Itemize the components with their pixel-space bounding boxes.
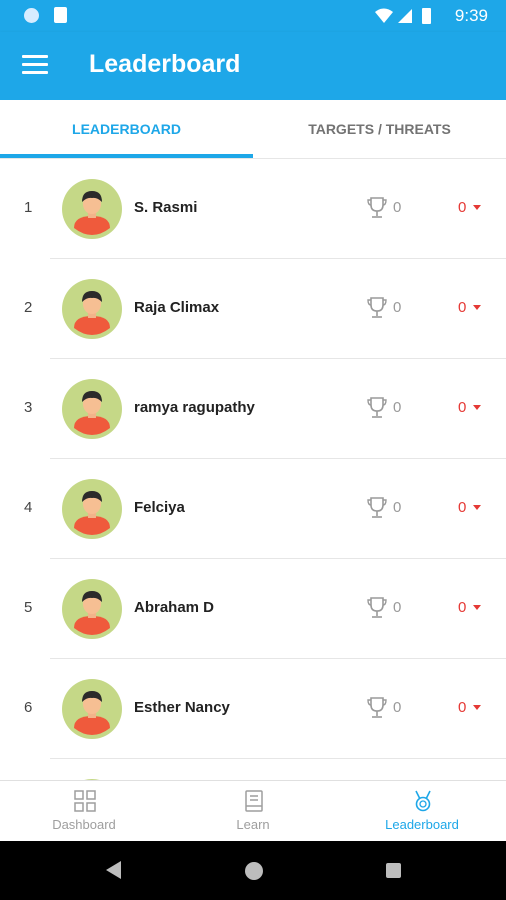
leaderboard-row-partial[interactable] — [0, 759, 506, 780]
nav-learn-label: Learn — [236, 817, 270, 832]
notification-dot-icon — [24, 8, 39, 23]
caret-down-icon — [473, 605, 481, 610]
sd-card-icon — [54, 7, 67, 23]
trophy-icon — [366, 496, 388, 520]
avatar — [62, 379, 122, 439]
home-icon[interactable] — [245, 862, 263, 880]
user-name: S. Rasmi — [134, 199, 198, 216]
book-icon — [245, 790, 263, 812]
rank-number: 2 — [24, 299, 33, 316]
recents-icon[interactable] — [386, 863, 401, 878]
leaderboard-row[interactable]: 2 Raja Climax 0 0 — [0, 259, 506, 359]
tab-targets-threats[interactable]: TARGETS / THREATS — [253, 100, 506, 158]
rank-number: 4 — [24, 499, 33, 516]
trophy-count: 0 — [393, 199, 402, 216]
app-bar: Leaderboard — [0, 32, 506, 100]
trophy-icon — [366, 296, 388, 320]
score-change: 0 — [458, 599, 467, 616]
score-change: 0 — [458, 499, 467, 516]
user-name: Raja Climax — [134, 299, 220, 316]
medal-icon — [415, 790, 431, 812]
avatar — [62, 679, 122, 739]
avatar — [62, 279, 122, 339]
trophy-icon — [366, 396, 388, 420]
trophy-icon — [366, 196, 388, 220]
avatar — [62, 579, 122, 639]
caret-down-icon — [473, 705, 481, 710]
trophy-count: 0 — [393, 299, 402, 316]
nav-leaderboard-label: Leaderboard — [385, 817, 459, 832]
back-icon[interactable] — [106, 861, 121, 879]
tab-bar: LEADERBOARD TARGETS / THREATS — [0, 100, 506, 159]
user-name: Abraham D — [134, 599, 215, 616]
score-change: 0 — [458, 399, 467, 416]
menu-icon[interactable] — [22, 52, 48, 78]
trophy-count: 0 — [393, 699, 402, 716]
caret-down-icon — [473, 305, 481, 310]
leaderboard-row[interactable]: 1 S. Rasmi 0 0 — [0, 159, 506, 259]
nav-dashboard[interactable]: Dashboard — [0, 781, 168, 842]
caret-down-icon — [473, 205, 481, 210]
bottom-navigation: Dashboard Learn Leaderboard — [0, 780, 506, 842]
status-bar: 9:39 — [0, 0, 506, 32]
trophy-icon — [366, 696, 388, 720]
caret-down-icon — [473, 405, 481, 410]
score-change: 0 — [458, 699, 467, 716]
leaderboard-row[interactable]: 5 Abraham D 0 0 — [0, 559, 506, 659]
nav-learn[interactable]: Learn — [169, 781, 337, 842]
status-time: 9:39 — [454, 6, 488, 25]
user-name: Felciya — [134, 499, 185, 516]
trophy-count: 0 — [393, 399, 402, 416]
rank-number: 5 — [24, 599, 33, 616]
score-change: 0 — [458, 199, 467, 216]
leaderboard-row[interactable]: 3 ramya ragupathy 0 0 — [0, 359, 506, 459]
grid-icon — [74, 790, 96, 812]
trophy-count: 0 — [393, 599, 402, 616]
score-change: 0 — [458, 299, 467, 316]
leaderboard-row[interactable]: 4 Felciya 0 0 — [0, 459, 506, 559]
signal-battery-icons — [375, 8, 431, 24]
trophy-icon — [366, 596, 388, 620]
page-title: Leaderboard — [89, 50, 241, 78]
tab-leaderboard[interactable]: LEADERBOARD — [0, 100, 253, 158]
nav-dashboard-label: Dashboard — [52, 817, 116, 832]
nav-leaderboard[interactable]: Leaderboard — [338, 781, 506, 842]
caret-down-icon — [473, 505, 481, 510]
avatar — [62, 179, 122, 239]
rank-number: 1 — [24, 199, 33, 216]
user-name: Esther Nancy — [134, 699, 230, 716]
rank-number: 3 — [24, 399, 33, 416]
trophy-count: 0 — [393, 499, 402, 516]
avatar — [62, 479, 122, 539]
system-navigation-bar — [0, 841, 506, 900]
leaderboard-row[interactable]: 6 Esther Nancy 0 0 — [0, 659, 506, 759]
rank-number: 6 — [24, 699, 33, 716]
user-name: ramya ragupathy — [134, 399, 255, 416]
active-tab-indicator — [0, 154, 253, 158]
leaderboard-list: 1 S. Rasmi 0 0 2 Raja Climax 0 0 3 ramya — [0, 159, 506, 780]
